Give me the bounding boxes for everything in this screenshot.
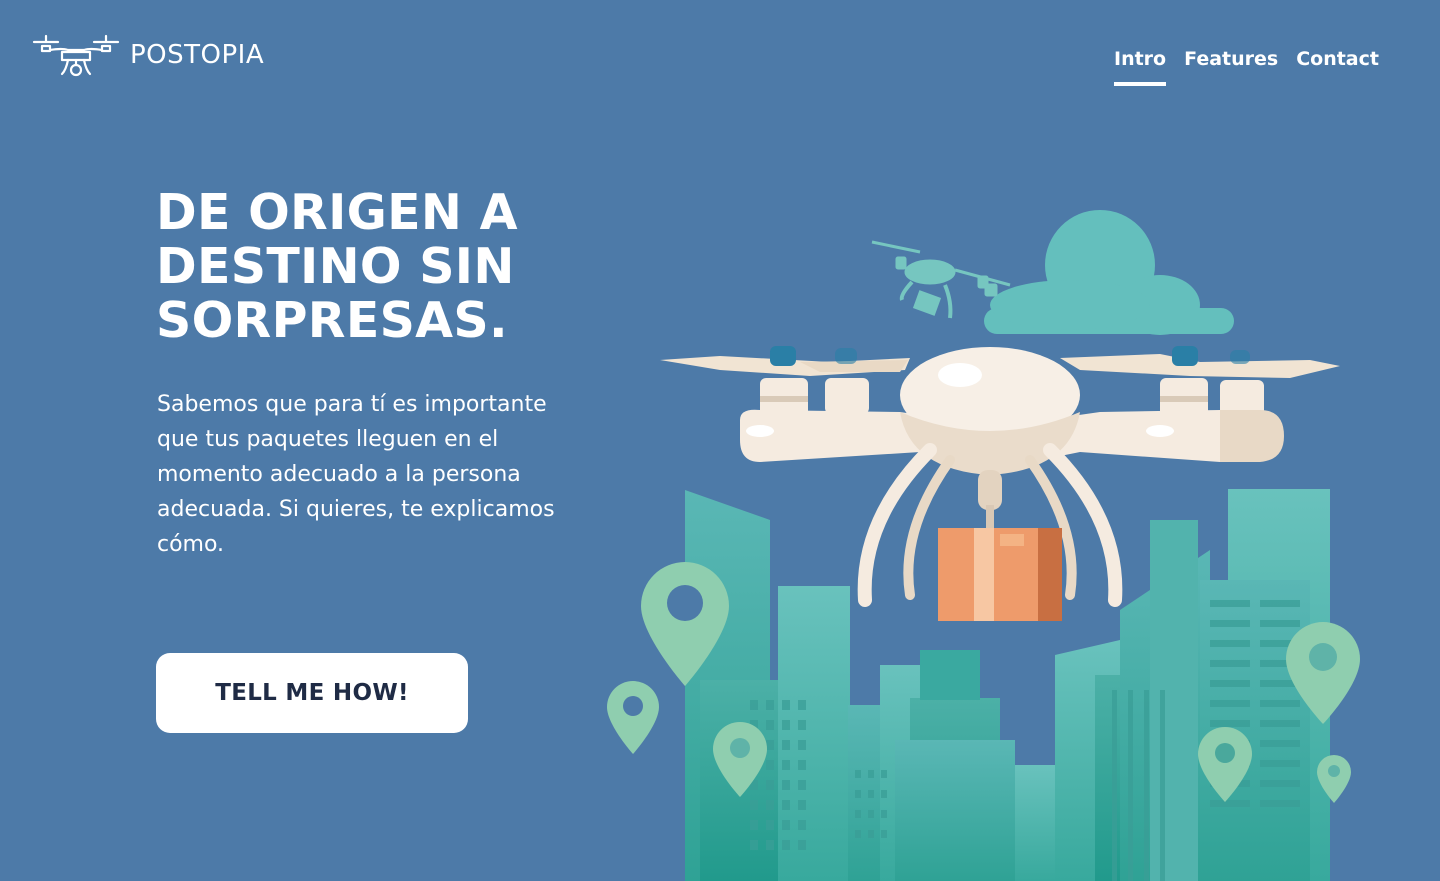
map-pin-icon (607, 681, 659, 754)
brand-name: POSTOPIA (130, 40, 265, 70)
drone-icon (32, 34, 120, 77)
tell-me-how-button[interactable]: TELL ME HOW! (156, 653, 468, 733)
main-nav: Intro Features Contact (1114, 48, 1379, 86)
brand-logo[interactable]: POSTOPIA (32, 30, 264, 84)
nav-contact[interactable]: Contact (1296, 48, 1379, 76)
hero-description: Sabemos que para tí es importante que tu… (157, 392, 555, 557)
site-header: POSTOPIA Intro Features Contact (0, 0, 1440, 100)
nav-intro[interactable]: Intro (1114, 48, 1167, 86)
small-drone-icon (871, 240, 1011, 319)
landing-page: POSTOPIA Intro Features Contact DE ORIGE… (0, 0, 1440, 881)
hero-headline: DE ORIGEN A DESTINO SIN SORPRESAS. (156, 184, 518, 349)
delivery-drone-city-illustration (607, 210, 1360, 881)
package-icon (938, 528, 1062, 621)
cloud-shape (984, 210, 1234, 335)
nav-features[interactable]: Features (1184, 48, 1278, 76)
